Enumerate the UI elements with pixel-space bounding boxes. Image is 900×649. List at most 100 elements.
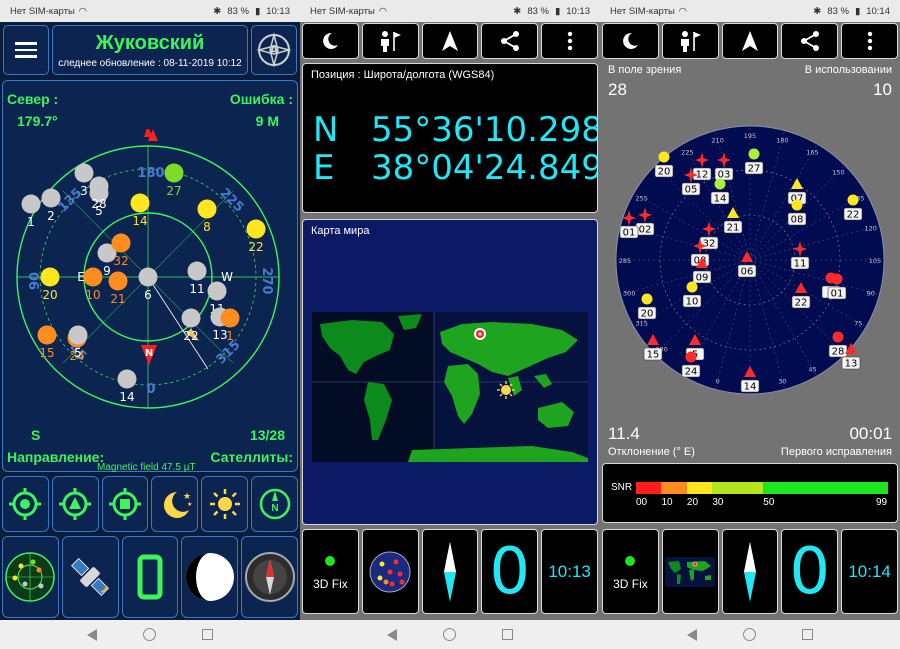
status-bar: Нет SIM-карты ◠ ✱ 83 % ▮ 10:14 xyxy=(600,0,900,22)
position-title: Позиция : Широта/долгота (WGS84) xyxy=(311,69,495,81)
navigate-button[interactable] xyxy=(721,23,779,59)
satellite-id-label: 20 xyxy=(42,288,57,302)
satellite-8[interactable]: 8 xyxy=(197,199,217,235)
sun-button[interactable] xyxy=(201,476,249,532)
ring-label-270: 270 xyxy=(259,267,274,294)
poi-button[interactable] xyxy=(661,23,719,59)
mini-skyplot-icon xyxy=(369,551,411,592)
satellite-id-label: 3 xyxy=(80,184,88,198)
satellite-10[interactable]: 10 xyxy=(83,267,103,303)
recent-apps-icon[interactable] xyxy=(202,629,213,640)
satellite-id-label: 27 xyxy=(748,164,761,175)
satellite-22[interactable]: 22 xyxy=(246,219,266,255)
satellite-1[interactable]: 1 xyxy=(21,194,41,230)
night-mode-button[interactable] xyxy=(602,23,659,59)
gps-square-button[interactable] xyxy=(101,476,149,532)
satellite-circle-marker xyxy=(658,151,670,163)
satellite-11[interactable]: 11 xyxy=(187,261,207,297)
back-icon[interactable] xyxy=(87,628,97,641)
skyplot-degree-label: 150 xyxy=(832,169,844,177)
speed-widget[interactable]: 0 xyxy=(481,529,539,614)
fix-status-widget[interactable]: 3D Fix xyxy=(602,529,659,614)
compass-n-button[interactable]: N xyxy=(251,476,298,532)
gps-triangle-button[interactable] xyxy=(51,476,99,532)
back-icon[interactable] xyxy=(387,628,397,641)
speed-widget[interactable]: 0 xyxy=(781,529,839,614)
svg-text:★: ★ xyxy=(187,501,192,508)
satellite-skyplot[interactable]: 1951801651501351201059075604530150345330… xyxy=(600,112,900,412)
satellite-icon xyxy=(71,558,110,596)
snr-tick-labels: 00 10 20 30 50 99 xyxy=(636,497,888,509)
moon-button[interactable]: ★ ★ xyxy=(151,476,199,532)
satellite-dot xyxy=(130,193,150,213)
more-options-button[interactable] xyxy=(841,23,898,59)
satellite-dot xyxy=(89,176,109,196)
compass-needle-widget[interactable] xyxy=(721,529,779,614)
satellite-6[interactable]: 6 xyxy=(138,267,158,303)
clock-widget[interactable]: 10:13 xyxy=(541,529,598,614)
night-mode-button[interactable] xyxy=(302,23,359,59)
radar-sky-view[interactable]: 180 135 225 90 270 45 315 0 E W N 1 23568… xyxy=(3,129,295,429)
satellite-20[interactable]: 20 xyxy=(40,267,60,303)
battery-icon: ▮ xyxy=(854,5,861,17)
snr-label: SNR xyxy=(611,482,633,493)
home-icon[interactable] xyxy=(743,628,756,641)
satellite-15[interactable]: 15 xyxy=(37,325,57,361)
mini-map-widget[interactable] xyxy=(661,529,719,614)
recent-apps-icon[interactable] xyxy=(502,629,513,640)
share-button[interactable] xyxy=(481,23,539,59)
satellite-circle-marker xyxy=(831,273,843,285)
bluetooth-icon: ✱ xyxy=(513,5,522,17)
mini-skyplot-widget[interactable] xyxy=(361,529,419,614)
satellite-21[interactable]: 21 xyxy=(108,271,128,307)
satellite-id-label: 08 xyxy=(791,215,804,226)
crosshair-icon xyxy=(9,488,42,520)
satellite-id-label: 14 xyxy=(744,382,757,393)
android-nav-bar xyxy=(600,620,900,649)
satellite-id-label: 6 xyxy=(144,288,152,302)
share-button[interactable] xyxy=(781,23,839,59)
satellite-id-label: 21 xyxy=(110,292,125,306)
compass-dial-button[interactable] xyxy=(241,536,298,618)
ring-label-225: 225 xyxy=(217,186,247,216)
tool-row-2 xyxy=(2,536,298,618)
compass-dial-icon xyxy=(244,552,295,602)
satellite-14[interactable]: 14 xyxy=(117,369,137,405)
menu-button[interactable] xyxy=(3,25,49,75)
recent-apps-icon[interactable] xyxy=(802,629,813,640)
compass-needle-icon xyxy=(443,541,456,602)
fix-status-widget[interactable]: 3D Fix xyxy=(302,529,359,614)
magnetic-field-text: Magnetic field 47.5 µT xyxy=(97,462,196,473)
satellite-id-label: 14 xyxy=(119,390,134,404)
world-map[interactable] xyxy=(312,312,588,462)
satellite-22[interactable]: 22 xyxy=(181,308,201,344)
home-icon[interactable] xyxy=(443,628,456,641)
speed-digit-button[interactable] xyxy=(121,536,179,618)
satellite-dot xyxy=(207,281,227,301)
skyplot-degree-label: 75 xyxy=(854,320,862,328)
satellite-dot xyxy=(117,369,137,389)
compass-button[interactable]: A xyxy=(251,25,297,75)
home-icon[interactable] xyxy=(143,628,156,641)
navigate-button[interactable] xyxy=(421,23,479,59)
more-options-button[interactable] xyxy=(541,23,598,59)
ring-label-west: W xyxy=(221,270,233,284)
moon-phase-button[interactable] xyxy=(181,536,239,618)
sun-icon xyxy=(209,489,240,519)
north-pointer-label: N xyxy=(145,348,153,359)
compass-needle-widget[interactable] xyxy=(421,529,479,614)
satellite-dot xyxy=(21,194,41,214)
location-title-box: Жуковский следнее обновление : 08-11-201… xyxy=(52,25,248,75)
satellite-14[interactable]: 14 xyxy=(130,193,150,229)
mini-radar-button[interactable] xyxy=(2,536,59,618)
poi-button[interactable] xyxy=(361,23,419,59)
clock-widget[interactable]: 10:14 xyxy=(841,529,898,614)
satellite-button[interactable] xyxy=(61,536,119,618)
gps-target-button[interactable] xyxy=(2,476,49,532)
back-icon[interactable] xyxy=(687,628,697,641)
satellite-27[interactable]: 27 xyxy=(164,163,184,199)
skyplot-degree-label: 120 xyxy=(865,225,877,233)
first-fix-label: Первого исправления xyxy=(780,446,892,458)
android-nav-bar xyxy=(0,620,300,649)
satellite-id-label: 22 xyxy=(795,298,808,309)
